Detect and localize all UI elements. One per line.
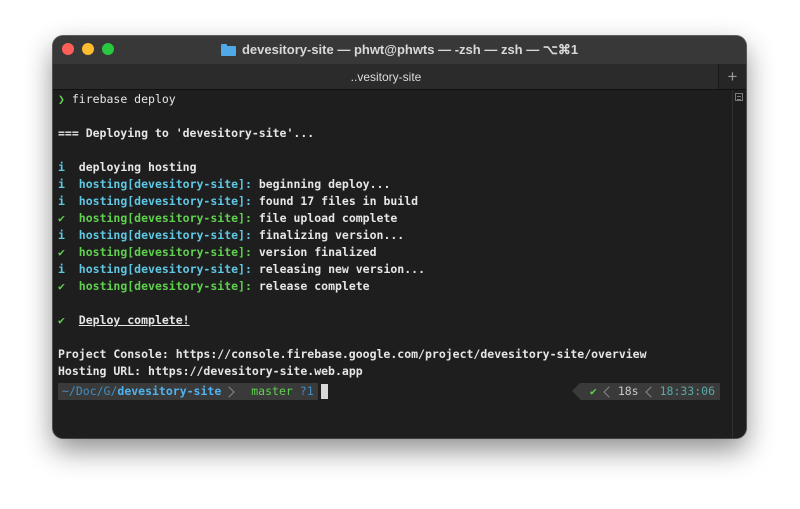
log-tag: hosting[devesitory-site]:: [78, 245, 252, 259]
info-icon: i: [58, 160, 65, 174]
log-tag: hosting[devesitory-site]:: [78, 177, 252, 191]
check-icon: ✔: [58, 211, 65, 225]
check-icon: ✔: [589, 384, 597, 398]
prompt-statusline: ~/Doc/G/devesitory-site master ?1 ✔ 18s 18:3…: [58, 383, 720, 400]
tab-label: ..vesitory-site: [350, 69, 422, 84]
scrollbar[interactable]: [732, 90, 746, 438]
log-line: ✔ hosting[devesitory-site]: release comp…: [58, 278, 733, 295]
plus-icon: +: [727, 66, 738, 86]
deploying-hosting-line: i deploying hosting: [58, 160, 197, 174]
log-line: i hosting[devesitory-site]: found 17 fil…: [58, 193, 733, 210]
terminal-output[interactable]: ❯ firebase deploy === Deploying to 'deves…: [53, 90, 733, 438]
close-button[interactable]: [62, 43, 74, 55]
git-status: ?1: [299, 384, 314, 398]
new-tab-button[interactable]: +: [718, 64, 746, 89]
path-directory: devesitory-site: [117, 384, 222, 398]
check-icon: ✔: [58, 245, 65, 259]
deploying-header: === Deploying to 'devesitory-site'...: [58, 126, 315, 140]
command-duration: 18s: [617, 384, 639, 398]
log-message-bold: build: [383, 194, 419, 208]
terminal-window: devesitory-site — phwt@phwts — -zsh — zs…: [53, 36, 746, 438]
log-line: i hosting[devesitory-site]: releasing ne…: [58, 261, 733, 278]
project-console-link[interactable]: https://console.firebase.google.com/proj…: [176, 347, 647, 361]
prompt-path-segment: ~/Doc/G/devesitory-site master ?1: [58, 383, 318, 400]
chevron-left-icon: [603, 385, 615, 398]
tab-bar: ..vesitory-site +: [53, 64, 746, 90]
check-icon: ✔: [58, 279, 65, 293]
project-console-label: Project Console:: [58, 347, 169, 361]
window-title: devesitory-site — phwt@phwts — -zsh — zs…: [220, 42, 579, 58]
log-message: version finalized: [258, 245, 377, 259]
log-message: release complete: [258, 279, 370, 293]
prompt-time: 18:33:06: [659, 384, 715, 398]
info-icon: i: [58, 194, 65, 208]
log-line: ✔ hosting[devesitory-site]: version fina…: [58, 244, 733, 261]
deploy-complete-text: Deploy complete!: [78, 313, 190, 327]
log-tag: hosting[devesitory-site]:: [78, 228, 252, 242]
log-tag: hosting[devesitory-site]:: [78, 262, 252, 276]
info-icon: i: [58, 262, 65, 276]
hosting-url-line: Hosting URL: https://devesitory-site.web…: [58, 363, 733, 380]
hosting-url-link[interactable]: https://devesitory-site.web.app: [148, 364, 363, 378]
path-prefix: ~/Doc/G/: [62, 384, 118, 398]
log-message: file upload complete: [258, 211, 398, 225]
zoom-button[interactable]: [102, 43, 114, 55]
log-line: ✔ hosting[devesitory-site]: file upload …: [58, 210, 733, 227]
command-text: firebase deploy: [71, 92, 176, 106]
minimize-button[interactable]: [82, 43, 94, 55]
window-controls: [62, 43, 114, 55]
git-branch: master: [251, 384, 293, 398]
log-message: beginning deploy...: [258, 177, 391, 191]
log-line: i hosting[devesitory-site]: finalizing v…: [58, 227, 733, 244]
chevron-right-icon: [223, 385, 235, 398]
log-line: i hosting[devesitory-site]: beginning de…: [58, 176, 733, 193]
window-title-text: devesitory-site — phwt@phwts — -zsh — zs…: [241, 42, 579, 57]
prompt-right-segment: ✔ 18s 18:33:06: [571, 383, 720, 400]
tab-devesitory-site[interactable]: ..vesitory-site: [53, 64, 719, 89]
hosting-url-label: Hosting URL:: [58, 364, 142, 378]
log-tag: hosting[devesitory-site]:: [78, 194, 252, 208]
title-bar[interactable]: devesitory-site — phwt@phwts — -zsh — zs…: [53, 36, 746, 64]
chevron-left-icon: [644, 385, 657, 398]
log-message: releasing new version...: [258, 262, 425, 276]
info-icon: i: [58, 177, 65, 191]
command-line: ❯ firebase deploy: [58, 91, 733, 108]
folder-icon: [220, 44, 236, 56]
info-icon: i: [58, 228, 65, 242]
prompt-chevron-icon: ❯: [58, 92, 65, 106]
scroll-marks-icon[interactable]: [735, 93, 743, 101]
log-tag: hosting[devesitory-site]:: [78, 279, 252, 293]
check-icon: ✔: [58, 313, 65, 327]
text-cursor: [321, 384, 328, 399]
project-console-line: Project Console: https://console.firebas…: [58, 346, 733, 363]
deploy-complete-line: ✔ Deploy complete!: [58, 312, 733, 329]
log-tag: hosting[devesitory-site]:: [78, 211, 252, 225]
log-message: finalizing version...: [258, 228, 405, 242]
log-message: found 17 files in: [258, 194, 384, 208]
